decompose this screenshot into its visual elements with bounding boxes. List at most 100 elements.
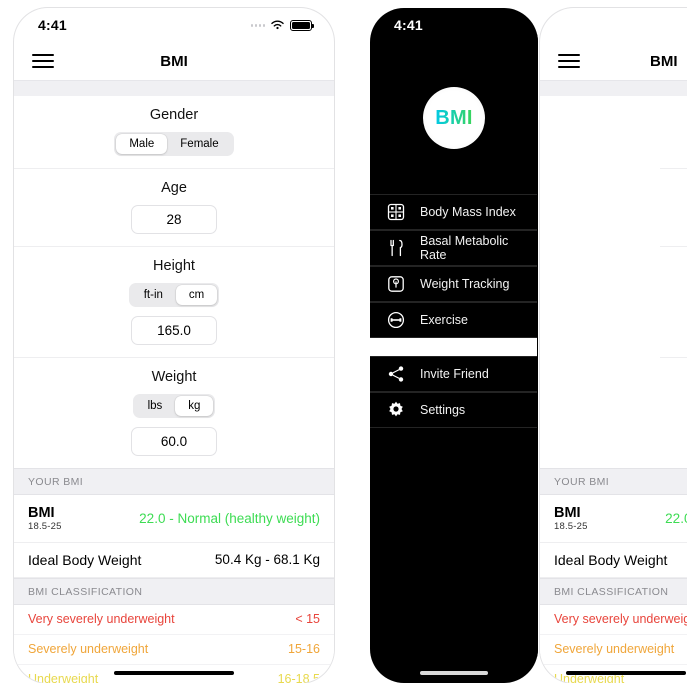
battery-full-icon bbox=[290, 19, 314, 31]
page-title-right: BMI bbox=[650, 52, 678, 70]
menu-item-basal-metabolic-rate[interactable]: Basal Metabolic Rate bbox=[370, 230, 538, 266]
your-bmi-section-header: YOUR BMI bbox=[14, 468, 334, 495]
navigation-drawer: 4:41 BMI Body Mass Index Basal Metabolic… bbox=[370, 8, 538, 683]
gender-segmented-control[interactable]: Male Female bbox=[114, 132, 234, 156]
hamburger-menu-icon-right[interactable] bbox=[558, 50, 580, 71]
status-time: 4:41 bbox=[38, 17, 67, 33]
fork-knife-icon bbox=[390, 239, 403, 257]
classification-label: Very severely underweight bbox=[554, 612, 687, 627]
gear-icon bbox=[389, 401, 403, 417]
height-label-right: Height bbox=[660, 258, 687, 274]
phone-right: . BMI Gender Male Female Age Height ft-i bbox=[540, 8, 687, 683]
home-indicator bbox=[114, 670, 234, 675]
menu-label-exercise: Exercise bbox=[420, 313, 468, 327]
nav-bar-right: BMI bbox=[540, 42, 687, 80]
height-label: Height bbox=[153, 258, 195, 274]
dumbbell-icon bbox=[387, 311, 405, 329]
classification-label: Severely underweight bbox=[28, 642, 149, 657]
ideal-weight-label: Ideal Body Weight bbox=[28, 551, 142, 568]
classification-section-header: BMI CLASSIFICATION bbox=[14, 577, 334, 605]
classification-label: Underweight bbox=[28, 672, 99, 683]
weight-label: Weight bbox=[151, 369, 197, 385]
weight-scale-icon bbox=[388, 276, 404, 292]
home-indicator-right bbox=[566, 670, 686, 675]
screenshot-stage: 4:41 BMI Gender Male Female Age 28 Heigh… bbox=[0, 0, 687, 683]
status-icons bbox=[250, 19, 314, 31]
app-logo: BMI bbox=[423, 87, 485, 149]
share-icon bbox=[388, 366, 404, 382]
height-unit-cm[interactable]: cm bbox=[175, 285, 218, 305]
bmi-form: Gender Male Female Age Height ft-in cm bbox=[14, 96, 334, 468]
signal-dots-icon bbox=[250, 23, 265, 27]
age-input[interactable] bbox=[131, 205, 217, 234]
height-input[interactable] bbox=[131, 316, 217, 345]
ideal-weight-label-right: Ideal Body Weight bbox=[554, 551, 668, 568]
drawer-divider bbox=[370, 338, 538, 356]
weight-input[interactable] bbox=[131, 427, 217, 456]
nav-divider-right bbox=[540, 80, 687, 96]
height-field: Height ft-in cm bbox=[14, 247, 334, 358]
menu-item-exercise[interactable]: Exercise bbox=[370, 302, 538, 338]
menu-item-weight-tracking[interactable]: Weight Tracking bbox=[370, 266, 538, 302]
menu-label-basal-metabolic-rate: Basal Metabolic Rate bbox=[420, 234, 509, 262]
bmi-result-row-right: BMI 18.5-25 22.0 - Normal (healthy weigh… bbox=[540, 495, 687, 543]
hamburger-menu-icon[interactable] bbox=[32, 50, 54, 71]
menu-item-invite-friend[interactable]: Invite Friend bbox=[370, 356, 538, 392]
bmi-result-label: BMI 18.5-25 bbox=[28, 504, 62, 533]
status-bar-right: . bbox=[540, 8, 687, 42]
bmi-result-row: BMI 18.5-25 22.0 - Normal (healthy weigh… bbox=[14, 495, 334, 543]
gender-label: Gender bbox=[149, 107, 199, 123]
bmi-value: 22.0 - Normal (healthy weight) bbox=[139, 510, 320, 526]
classification-range: 16-18.5 bbox=[277, 672, 320, 683]
weight-label-right: Weight bbox=[660, 369, 687, 385]
menu-label-body-mass-index: Body Mass Index bbox=[420, 205, 516, 219]
gender-option-male[interactable]: Male bbox=[116, 134, 168, 154]
menu-item-settings[interactable]: Settings bbox=[370, 392, 538, 428]
classification-section-header-right: BMI CLASSIFICATION bbox=[540, 577, 687, 605]
menu-item-body-mass-index[interactable]: Body Mass Index bbox=[370, 194, 538, 230]
wifi-icon bbox=[271, 20, 284, 30]
bmi-range: 18.5-25 bbox=[28, 520, 62, 532]
weight-field: Weight lbs kg bbox=[14, 358, 334, 468]
nav-divider bbox=[14, 80, 334, 96]
weight-field-right: Weight lbs kg bbox=[660, 358, 687, 468]
weight-unit-kg[interactable]: kg bbox=[175, 396, 214, 416]
app-logo-text: BMI bbox=[435, 106, 473, 129]
weight-unit-lbs[interactable]: lbs bbox=[135, 396, 176, 416]
age-field-right: Age bbox=[660, 169, 687, 247]
height-unit-ftin[interactable]: ft-in bbox=[131, 285, 176, 305]
classification-row: Severely underweight15-16 bbox=[540, 634, 687, 665]
ideal-weight-row: Ideal Body Weight 50.4 Kg - 68.1 Kg bbox=[14, 542, 334, 578]
weight-unit-segmented-control[interactable]: lbs kg bbox=[132, 394, 216, 418]
classification-row: Very severely underweight< 15 bbox=[540, 604, 687, 635]
gender-option-female[interactable]: Female bbox=[167, 134, 231, 154]
status-bar-drawer: 4:41 bbox=[370, 8, 538, 42]
classification-label: Very severely underweight bbox=[28, 612, 175, 627]
classification-row: Severely underweight 15-16 bbox=[14, 634, 334, 665]
gender-field: Gender Male Female bbox=[14, 96, 334, 169]
classification-range: < 15 bbox=[295, 612, 320, 627]
bmi-label: BMI bbox=[28, 505, 55, 521]
menu-label-settings: Settings bbox=[420, 403, 466, 417]
age-label-right: Age bbox=[660, 180, 687, 196]
phone-middle: 4:41 BMI Body Mass Index Basal Metabolic… bbox=[370, 8, 538, 683]
nav-bar: BMI bbox=[14, 42, 334, 80]
ideal-weight-value: 50.4 Kg - 68.1 Kg bbox=[214, 552, 320, 568]
bmi-label-right: BMI bbox=[554, 505, 581, 521]
classification-range: 15-16 bbox=[288, 642, 320, 657]
height-unit-segmented-control[interactable]: ft-in cm bbox=[128, 283, 220, 307]
drawer-logo-wrap: BMI bbox=[370, 42, 538, 194]
bmi-value-right: 22.0 - Normal (healthy weight) bbox=[665, 510, 687, 526]
classification-row: Very severely underweight < 15 bbox=[14, 604, 334, 635]
bmi-range-right: 18.5-25 bbox=[554, 520, 588, 532]
ideal-weight-row-right: Ideal Body Weight 50.4 Kg - 68.1 Kg bbox=[540, 542, 687, 578]
age-label: Age bbox=[161, 180, 187, 196]
status-time-drawer: 4:41 bbox=[394, 17, 423, 33]
calculator-grid-icon bbox=[387, 203, 405, 221]
status-bar: 4:41 bbox=[14, 8, 334, 42]
menu-label-invite-friend: Invite Friend bbox=[420, 367, 489, 381]
gender-label-right: Gender bbox=[660, 107, 687, 123]
page-title: BMI bbox=[160, 52, 188, 70]
classification-label: Severely underweight bbox=[554, 642, 675, 657]
menu-label-weight-tracking: Weight Tracking bbox=[420, 277, 510, 291]
